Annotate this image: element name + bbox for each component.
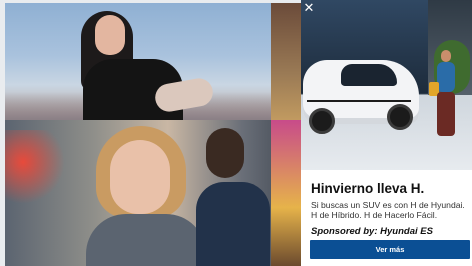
woman-face <box>110 140 170 214</box>
photo-edge-strip <box>271 3 301 120</box>
walker-legs <box>437 92 455 136</box>
man-head <box>206 128 244 178</box>
ver-mas-button[interactable]: Ver más <box>310 240 470 259</box>
car-wheel <box>309 108 335 134</box>
photo-edge-strip <box>271 120 301 266</box>
woman-face <box>95 15 125 55</box>
photo-woman-dark-hair[interactable] <box>5 3 301 120</box>
ad-image[interactable]: ✕ <box>301 0 472 170</box>
walker-head <box>441 50 451 62</box>
ad-headline[interactable]: Hinvierno lleva H. <box>311 181 424 196</box>
woman-body <box>86 214 206 266</box>
walker-jacket <box>437 62 455 92</box>
close-icon[interactable]: ✕ <box>302 2 316 16</box>
car-window <box>341 64 397 86</box>
man-body <box>196 182 270 266</box>
car-stripe <box>307 100 411 102</box>
ad-body-text: Si buscas un SUV es con H de Hyundai. H … <box>311 200 465 220</box>
background-light <box>5 130 65 210</box>
sponsored-ad: ✕ Hinvierno lleva H. Si buscas un SUV es… <box>301 0 472 266</box>
ad-sponsor: Sponsored by: Hyundai ES <box>311 226 433 237</box>
photo-collage <box>0 0 301 266</box>
car-wheel <box>387 104 413 130</box>
